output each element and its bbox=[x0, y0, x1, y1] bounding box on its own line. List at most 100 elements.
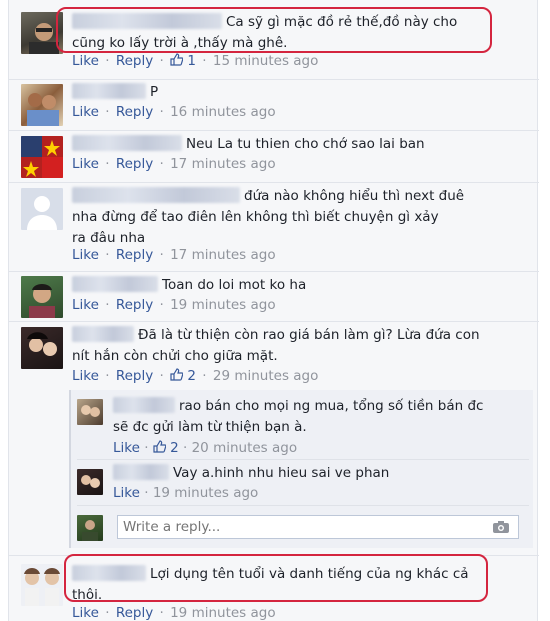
avatar[interactable] bbox=[77, 515, 103, 541]
reply-text: Vay a.hinh nhu hieu sai ve phan bbox=[113, 463, 389, 484]
separator: · bbox=[159, 605, 164, 621]
comment-text: đứa nào không hiểu thì next đuê nha đừng… bbox=[72, 186, 464, 249]
reply-body-line: Vay a.hinh nhu hieu sai ve phan bbox=[173, 465, 390, 481]
timestamp[interactable]: 19 minutes ago bbox=[170, 297, 276, 313]
avatar[interactable] bbox=[21, 188, 63, 230]
thumbs-up-icon[interactable] bbox=[170, 53, 184, 66]
reply-input[interactable] bbox=[118, 516, 478, 538]
separator: · bbox=[144, 440, 149, 456]
timestamp[interactable]: 19 minutes ago bbox=[153, 485, 259, 501]
timestamp[interactable]: 29 minutes ago bbox=[213, 368, 319, 384]
comment-body-line: Đã là từ thiện còn rao giá bán làm gì? L… bbox=[138, 327, 480, 343]
timestamp[interactable]: 15 minutes ago bbox=[213, 53, 319, 69]
like-link[interactable]: Like bbox=[72, 53, 99, 69]
separator: · bbox=[144, 485, 149, 501]
reply-actions: Like · 19 minutes ago bbox=[113, 485, 258, 501]
camera-icon[interactable] bbox=[492, 520, 510, 534]
comment-body-line: nít hắn còn chửi cho giữa mặt. bbox=[72, 348, 278, 364]
blurred-author-name[interactable] bbox=[72, 135, 182, 151]
blurred-author-name[interactable] bbox=[72, 276, 158, 292]
comment-actions: Like · Reply · 19 minutes ago bbox=[72, 605, 276, 621]
like-count[interactable]: 2 bbox=[187, 368, 196, 384]
blurred-author-name[interactable] bbox=[113, 464, 169, 480]
reply-link[interactable]: Reply bbox=[116, 156, 153, 172]
comment-thread: Ca sỹ gì mặc đồ rẻ thế,đồ này cho cũng k… bbox=[8, 0, 539, 621]
avatar[interactable] bbox=[77, 469, 103, 495]
separator: · bbox=[159, 247, 164, 263]
reply-link[interactable]: Reply bbox=[116, 368, 153, 384]
reply-actions: Like · 2 · 20 minutes ago bbox=[113, 440, 297, 456]
comment-actions: Like · Reply · 1 · 15 minutes ago bbox=[72, 53, 318, 69]
like-count[interactable]: 2 bbox=[170, 440, 179, 456]
blurred-author-name[interactable] bbox=[72, 187, 240, 203]
highlight-annotation bbox=[64, 554, 488, 602]
avatar[interactable] bbox=[21, 564, 63, 606]
reply-link[interactable]: Reply bbox=[116, 53, 153, 69]
avatar[interactable] bbox=[21, 276, 63, 318]
separator: · bbox=[183, 440, 188, 456]
timestamp[interactable]: 16 minutes ago bbox=[170, 104, 276, 120]
like-link[interactable]: Like bbox=[113, 485, 140, 501]
comment-body-line: Toan do loi mot ko ha bbox=[162, 277, 307, 293]
comment-text: Đã là từ thiện còn rao giá bán làm gì? L… bbox=[72, 325, 480, 367]
comment-actions: Like · Reply · 19 minutes ago bbox=[72, 297, 276, 313]
comment-body-line: Neu La tu thien cho chớ sao lai ban bbox=[186, 136, 425, 152]
comment-body-line: ra đâu nha bbox=[72, 230, 146, 246]
reply-list: rao bán cho mọi ng mua, tổng số tiền bán… bbox=[69, 390, 533, 548]
reply-link[interactable]: Reply bbox=[116, 605, 153, 621]
blurred-author-name[interactable] bbox=[72, 83, 146, 99]
reply-link[interactable]: Reply bbox=[116, 297, 153, 313]
like-link[interactable]: Like bbox=[72, 368, 99, 384]
reply-link[interactable]: Reply bbox=[116, 104, 153, 120]
blurred-author-name[interactable] bbox=[72, 326, 134, 342]
comment-actions: Like · Reply · 2 · 29 minutes ago bbox=[72, 368, 318, 384]
thumbs-up-icon[interactable] bbox=[153, 440, 166, 453]
separator: · bbox=[202, 368, 207, 384]
comment-item: Đã là từ thiện còn rao giá bán làm gì? L… bbox=[9, 322, 539, 556]
separator: · bbox=[105, 368, 110, 384]
timestamp[interactable]: 17 minutes ago bbox=[170, 247, 276, 263]
comment-actions: Like · Reply · 17 minutes ago bbox=[72, 156, 276, 172]
like-link[interactable]: Like bbox=[113, 440, 140, 456]
comment-body-line: P bbox=[150, 84, 159, 100]
timestamp[interactable]: 20 minutes ago bbox=[192, 440, 298, 456]
avatar[interactable] bbox=[77, 399, 103, 425]
avatar[interactable] bbox=[21, 327, 63, 369]
separator: · bbox=[159, 368, 164, 384]
like-link[interactable]: Like bbox=[72, 104, 99, 120]
separator: · bbox=[159, 104, 164, 120]
timestamp[interactable]: 19 minutes ago bbox=[170, 605, 276, 621]
comment-actions: Like · Reply · 16 minutes ago bbox=[72, 104, 276, 120]
reply-text: rao bán cho mọi ng mua, tổng số tiền bán… bbox=[113, 396, 483, 438]
highlight-annotation bbox=[56, 7, 492, 53]
like-link[interactable]: Like bbox=[72, 156, 99, 172]
thumbs-up-icon[interactable] bbox=[170, 368, 184, 381]
write-reply-row bbox=[77, 512, 529, 544]
timestamp[interactable]: 17 minutes ago bbox=[170, 156, 276, 172]
comment-body-line: nha đừng để tao điên lên không thì biết … bbox=[72, 209, 439, 225]
like-link[interactable]: Like bbox=[72, 297, 99, 313]
separator: · bbox=[105, 247, 110, 263]
like-count[interactable]: 1 bbox=[187, 53, 196, 69]
comment-item: đứa nào không hiểu thì next đuê nha đừng… bbox=[9, 183, 539, 272]
reply-item: Vay a.hinh nhu hieu sai ve phan Like · 1… bbox=[77, 463, 529, 506]
reply-link[interactable]: Reply bbox=[116, 247, 153, 263]
separator: · bbox=[105, 104, 110, 120]
separator: · bbox=[159, 156, 164, 172]
separator: · bbox=[159, 297, 164, 313]
comment-text: Neu La tu thien cho chớ sao lai ban bbox=[72, 134, 425, 155]
avatar[interactable] bbox=[21, 136, 63, 178]
comment-item: Neu La tu thien cho chớ sao lai ban Like… bbox=[9, 131, 539, 183]
comment-text: P bbox=[72, 82, 158, 103]
reply-body-line: rao bán cho mọi ng mua, tổng số tiền bán… bbox=[179, 398, 484, 414]
separator: · bbox=[105, 156, 110, 172]
separator: · bbox=[105, 53, 110, 69]
reply-box bbox=[117, 515, 519, 539]
avatar[interactable] bbox=[21, 84, 63, 126]
blurred-author-name[interactable] bbox=[113, 397, 175, 413]
separator: · bbox=[105, 297, 110, 313]
comment-body-line: đứa nào không hiểu thì next đuê bbox=[244, 188, 465, 204]
like-link[interactable]: Like bbox=[72, 605, 99, 621]
reply-body-line: sẽ đc gửi làm từ thiện bạn à. bbox=[113, 419, 307, 435]
like-link[interactable]: Like bbox=[72, 247, 99, 263]
